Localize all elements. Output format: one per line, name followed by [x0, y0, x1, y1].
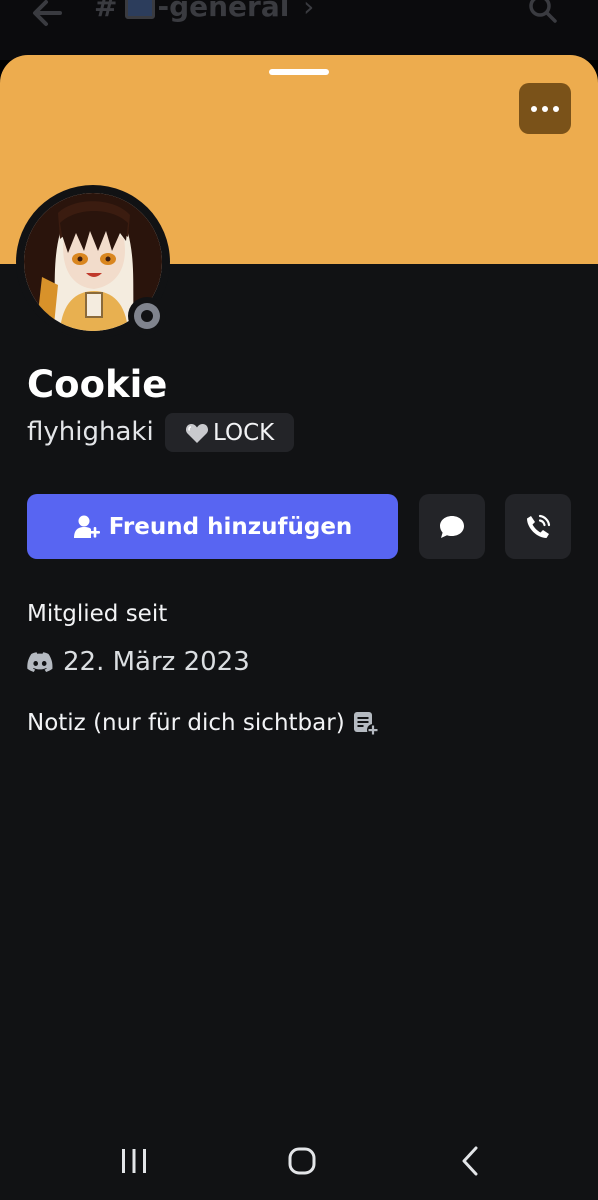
more-dots-icon [531, 105, 537, 112]
add-friend-button[interactable]: Freund hinzufügen [27, 494, 398, 559]
chevron-right-icon: › [303, 0, 315, 23]
nav-back-button[interactable] [450, 1144, 490, 1178]
note-row[interactable]: Notiz (nur für dich sichtbar) [27, 710, 379, 736]
status-hole [141, 310, 153, 322]
server-tag-label: LOCK [213, 419, 275, 446]
more-options-button[interactable] [519, 83, 571, 134]
call-button[interactable] [505, 494, 571, 559]
monitor-emoji-icon [125, 0, 156, 19]
member-since-row: 22. März 2023 [27, 647, 250, 677]
phone-call-icon [527, 514, 551, 538]
channel-name: -general [157, 0, 290, 23]
more-dot [542, 105, 548, 112]
recents-icon [122, 1149, 146, 1173]
message-button[interactable] [419, 494, 485, 559]
channel-title[interactable]: # -general › [94, 0, 314, 23]
offline-status-icon [134, 303, 160, 329]
member-since-label: Mitglied seit [27, 601, 168, 627]
add-friend-label: Freund hinzufügen [108, 513, 353, 540]
sheet-drag-handle[interactable] [269, 69, 329, 75]
nav-back-icon [462, 1146, 478, 1176]
member-since-date: 22. März 2023 [63, 647, 250, 677]
profile-sheet: Cookie flyhighaki LOCK Freund hinzufügen… [0, 55, 598, 1200]
channel-header: # -general › [0, 0, 598, 60]
username[interactable]: flyhighaki [27, 417, 154, 447]
more-dot [553, 105, 559, 112]
message-bubble-icon [440, 515, 464, 538]
server-tag-badge[interactable]: LOCK [165, 413, 295, 452]
home-icon [288, 1147, 316, 1175]
home-button[interactable] [282, 1144, 322, 1178]
arrow-left-icon[interactable] [30, 0, 64, 30]
search-icon[interactable] [528, 0, 558, 24]
note-label: Notiz (nur für dich sichtbar) [27, 710, 345, 736]
note-add-icon[interactable] [353, 710, 379, 736]
system-navigation-bar [0, 1122, 598, 1200]
recents-button[interactable] [114, 1144, 154, 1178]
status-indicator [128, 297, 166, 335]
heart-icon [185, 423, 209, 443]
discord-logo-icon [27, 652, 53, 672]
display-name: Cookie [27, 363, 168, 406]
add-friend-icon [73, 515, 100, 538]
avatar-container[interactable] [16, 185, 170, 339]
channel-hash: # [94, 0, 118, 23]
